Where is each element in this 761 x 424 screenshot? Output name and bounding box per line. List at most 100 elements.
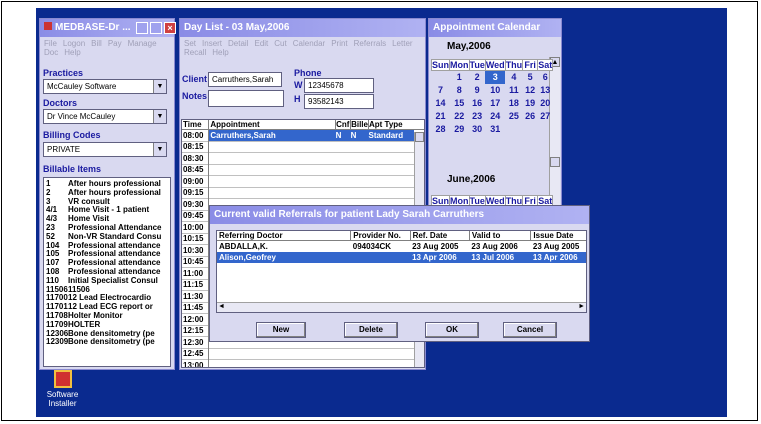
col-cnf[interactable]: Cnf (335, 120, 352, 130)
menu-file[interactable]: File (44, 39, 57, 48)
calendar-titlebar[interactable]: Appointment Calendar (429, 19, 561, 37)
table-row[interactable]: 08:15 (182, 141, 424, 153)
table-row[interactable]: 12:45 (182, 348, 424, 360)
menu-cut[interactable]: Cut (274, 39, 286, 48)
calendar-day[interactable]: 22 (450, 110, 470, 123)
menu-help[interactable]: Help (64, 48, 80, 57)
referrals-table[interactable]: Referring Doctor Provider No. Ref. Date … (216, 230, 587, 313)
calendar-day[interactable]: 14 (432, 97, 450, 110)
calendar-day[interactable]: 6 (538, 71, 553, 84)
billable-items-list[interactable]: 1 After hours professional 2 After hours pr… (43, 177, 171, 367)
maximize-icon[interactable] (150, 22, 162, 34)
scroll-left-icon[interactable]: ◄ (218, 303, 225, 310)
phone-h-field[interactable]: 93582143 (304, 94, 374, 109)
menu-doc[interactable]: Doc (44, 48, 58, 57)
phone-w-field[interactable]: 12345678 (304, 78, 374, 93)
calendar-day[interactable]: 27 (538, 110, 553, 123)
notes-field[interactable] (208, 90, 284, 107)
menu-detail[interactable]: Detail (228, 39, 248, 48)
col-bille[interactable]: Bille (350, 120, 369, 130)
calendar-day[interactable]: 30 (469, 123, 485, 136)
col-valid-to[interactable]: Valid to (469, 231, 532, 241)
horizontal-scrollbar[interactable]: ◄ ► (217, 302, 586, 312)
table-row[interactable]: Alison,Geofrey 13 Apr 2006 13 Jul 2006 13 A… (217, 252, 586, 263)
table-row[interactable]: 09:15 (182, 187, 424, 199)
close-icon[interactable]: × (164, 22, 176, 34)
calendar-day[interactable]: 5 (523, 71, 538, 84)
calendar-day[interactable]: 11 (505, 84, 523, 97)
calendar-day[interactable]: 31 (485, 123, 505, 136)
calendar-day[interactable]: 13 (538, 84, 553, 97)
calendar-day[interactable]: 21 (432, 110, 450, 123)
col-provider-no[interactable]: Provider No. (350, 231, 411, 241)
calendar-day[interactable]: 17 (485, 97, 505, 110)
menu-help[interactable]: Help (212, 48, 228, 57)
calendar-day[interactable]: 26 (523, 110, 538, 123)
col-appointment[interactable]: Appointment (208, 120, 337, 130)
calendar-day[interactable]: 7 (432, 84, 450, 97)
list-item[interactable]: 12309Bone densitometry (pe (46, 337, 168, 347)
chevron-down-icon[interactable]: ▼ (153, 80, 166, 93)
calendar-day[interactable]: 25 (505, 110, 523, 123)
calendar-day[interactable]: 29 (450, 123, 470, 136)
table-row[interactable]: ABDALLA,K. 094034CK 23 Aug 2005 23 Aug 2006… (217, 241, 586, 253)
delete-button[interactable]: Delete (344, 322, 398, 338)
appointment-cell[interactable]: Carruthers,Sarah (208, 129, 336, 141)
minimize-icon[interactable] (136, 22, 148, 34)
menu-logon[interactable]: Logon (63, 39, 85, 48)
calendar-day[interactable]: 28 (432, 123, 450, 136)
calendar-day[interactable]: 4 (505, 71, 523, 84)
calendar-day[interactable]: 19 (523, 97, 538, 110)
menu-print[interactable]: Print (331, 39, 347, 48)
col-time[interactable]: Time (182, 120, 210, 130)
scrollbar-thumb[interactable] (415, 132, 424, 142)
table-row[interactable]: 08:30 (182, 152, 424, 164)
menu-insert[interactable]: Insert (202, 39, 222, 48)
software-installer-shortcut[interactable]: Software Installer (40, 370, 85, 408)
calendar-day[interactable]: 2 (469, 71, 485, 84)
scrollbar-thumb[interactable] (550, 157, 560, 167)
calendar-day[interactable]: 23 (469, 110, 485, 123)
practice-select[interactable]: McCauley Software ▼ (43, 79, 167, 94)
col-ref-date[interactable]: Ref. Date (410, 231, 470, 241)
cancel-button[interactable]: Cancel (503, 322, 557, 338)
menu-manage[interactable]: Manage (128, 39, 157, 48)
calendar-day[interactable]: 8 (450, 84, 470, 97)
medbase-titlebar[interactable]: MEDBASE-Dr ... × (40, 19, 176, 37)
calendar-day[interactable]: 18 (505, 97, 523, 110)
table-row[interactable]: 09:00 (182, 175, 424, 187)
menu-recall[interactable]: Recall (184, 48, 206, 57)
calendar-day[interactable]: 9 (469, 84, 485, 97)
col-referring-doctor[interactable]: Referring Doctor (217, 231, 352, 241)
menu-referrals[interactable]: Referrals (354, 39, 386, 48)
referrals-titlebar[interactable]: Current valid Referrals for patient Lady… (210, 206, 589, 224)
calendar-day[interactable]: 1 (450, 71, 470, 84)
calendar-day[interactable]: 15 (450, 97, 470, 110)
calendar-day[interactable]: 3 (485, 70, 506, 84)
menu-letter[interactable]: Letter (392, 39, 412, 48)
calendar-day[interactable]: 20 (538, 97, 553, 110)
new-button[interactable]: New (256, 322, 306, 338)
calendar-day[interactable]: 12 (523, 84, 538, 97)
client-field[interactable]: Carruthers,Sarah (208, 72, 282, 87)
daylist-titlebar[interactable]: Day List - 03 May,2006 (180, 19, 425, 37)
menu-pay[interactable]: Pay (108, 39, 122, 48)
ok-button[interactable]: OK (425, 322, 479, 338)
table-row[interactable]: 13:00 (182, 359, 424, 367)
menu-calendar[interactable]: Calendar (293, 39, 325, 48)
col-issue-date[interactable]: Issue Date (531, 231, 586, 241)
chevron-down-icon[interactable]: ▼ (153, 143, 166, 156)
calendar-day[interactable]: 16 (469, 97, 485, 110)
col-apt-type[interactable]: Apt Type (368, 120, 414, 130)
chevron-down-icon[interactable]: ▼ (153, 110, 166, 123)
billing-code-select[interactable]: PRIVATE ▼ (43, 142, 167, 157)
menu-edit[interactable]: Edit (254, 39, 268, 48)
doctor-select[interactable]: Dr Vince McCauley ▼ (43, 109, 167, 124)
table-row[interactable]: 08:00 Carruthers,Sarah N N Standard (182, 129, 424, 141)
menu-bill[interactable]: Bill (91, 39, 102, 48)
calendar-day[interactable]: 10 (485, 84, 505, 97)
menu-set[interactable]: Set (184, 39, 196, 48)
calendar-day[interactable]: 24 (485, 110, 505, 123)
scroll-right-icon[interactable]: ► (578, 303, 585, 310)
table-row[interactable]: 08:45 (182, 164, 424, 176)
